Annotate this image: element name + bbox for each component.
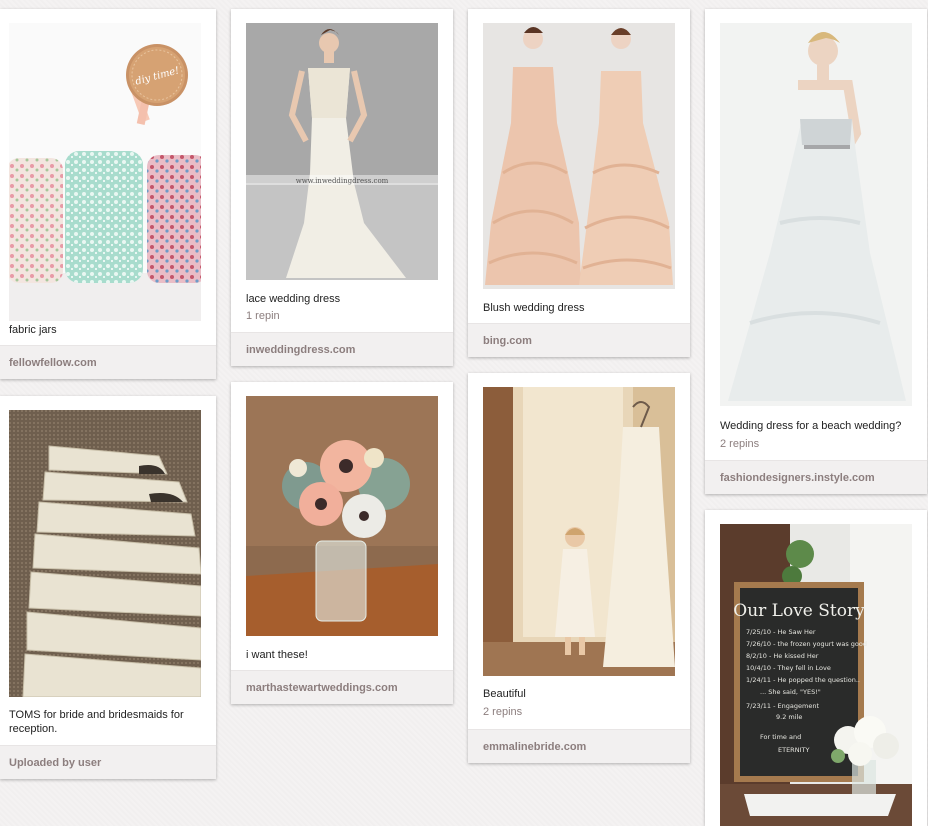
pin-repins: 2 repins (720, 438, 760, 450)
image-watermark: www.inweddingdress.com (296, 177, 389, 185)
pin-card[interactable]: diy time! fabric jars fellowfellow.com (0, 9, 216, 379)
pin-image[interactable]: www.inweddingdress.com (246, 23, 438, 280)
pin-image[interactable]: diy time! (9, 23, 201, 321)
chalkboard-line: For time and (760, 733, 801, 741)
chalkboard-line: 7/26/10 - the frozen yogurt was good (746, 640, 867, 648)
pin-source[interactable]: Uploaded by user (0, 745, 216, 779)
chalkboard-line: 7/23/11 - Engagement (746, 702, 819, 710)
pin-card[interactable]: www.inweddingdress.com lace wedding dres… (231, 9, 453, 366)
chalkboard-line: 8/2/10 - He kissed Her (746, 652, 819, 660)
pin-source[interactable]: marthastewartweddings.com (231, 670, 453, 704)
pin-source[interactable]: bing.com (468, 323, 690, 357)
pin-source[interactable]: fellowfellow.com (0, 345, 216, 379)
pin-description: i want these! (246, 649, 308, 661)
pin-image[interactable] (246, 396, 438, 636)
pin-card[interactable]: Our Love Story 7/25/10 - He Saw Her 7/26… (705, 510, 927, 826)
pin-image[interactable] (483, 23, 675, 289)
pin-image[interactable] (720, 23, 912, 406)
pin-card[interactable]: Blush wedding dress bing.com (468, 9, 690, 357)
pin-description: Blush wedding dress (483, 302, 585, 314)
pin-repins: 2 repins (483, 706, 523, 718)
pin-repins: 1 repin (246, 310, 280, 322)
chalkboard-line: 10/4/10 - They fell in Love (746, 664, 831, 672)
pin-description: lace wedding dress (246, 293, 341, 305)
pin-source[interactable]: fashiondesigners.instyle.com (705, 460, 927, 494)
pin-card[interactable]: Wedding dress for a beach wedding? 2 rep… (705, 9, 927, 494)
chalkboard-title: Our Love Story (733, 601, 865, 621)
pin-description: Beautiful (483, 688, 526, 700)
pin-image[interactable] (483, 387, 675, 676)
chalkboard-line: 9.2 mile (776, 713, 802, 721)
pin-image[interactable]: Our Love Story 7/25/10 - He Saw Her 7/26… (720, 524, 912, 826)
chalkboard-line: 1/24/11 - He popped the question.. (746, 676, 860, 684)
pin-card[interactable]: TOMS for bride and bridesmaids for recep… (0, 396, 216, 779)
pin-source[interactable]: inweddingdress.com (231, 332, 453, 366)
chalkboard-line: ... She said, "YES!" (760, 688, 821, 696)
pin-description: Wedding dress for a beach wedding? (720, 420, 902, 432)
chalkboard-line: ETERNITY (778, 746, 809, 754)
pin-description: TOMS for bride and bridesmaids for recep… (9, 709, 184, 735)
chalkboard-line: 7/25/10 - He Saw Her (746, 628, 816, 636)
pin-card[interactable]: Beautiful 2 repins emmalinebride.com (468, 373, 690, 763)
pin-image[interactable] (9, 410, 201, 697)
pin-source[interactable]: emmalinebride.com (468, 729, 690, 763)
pin-card[interactable]: i want these! marthastewartweddings.com (231, 382, 453, 704)
pin-description: fabric jars (9, 324, 57, 336)
